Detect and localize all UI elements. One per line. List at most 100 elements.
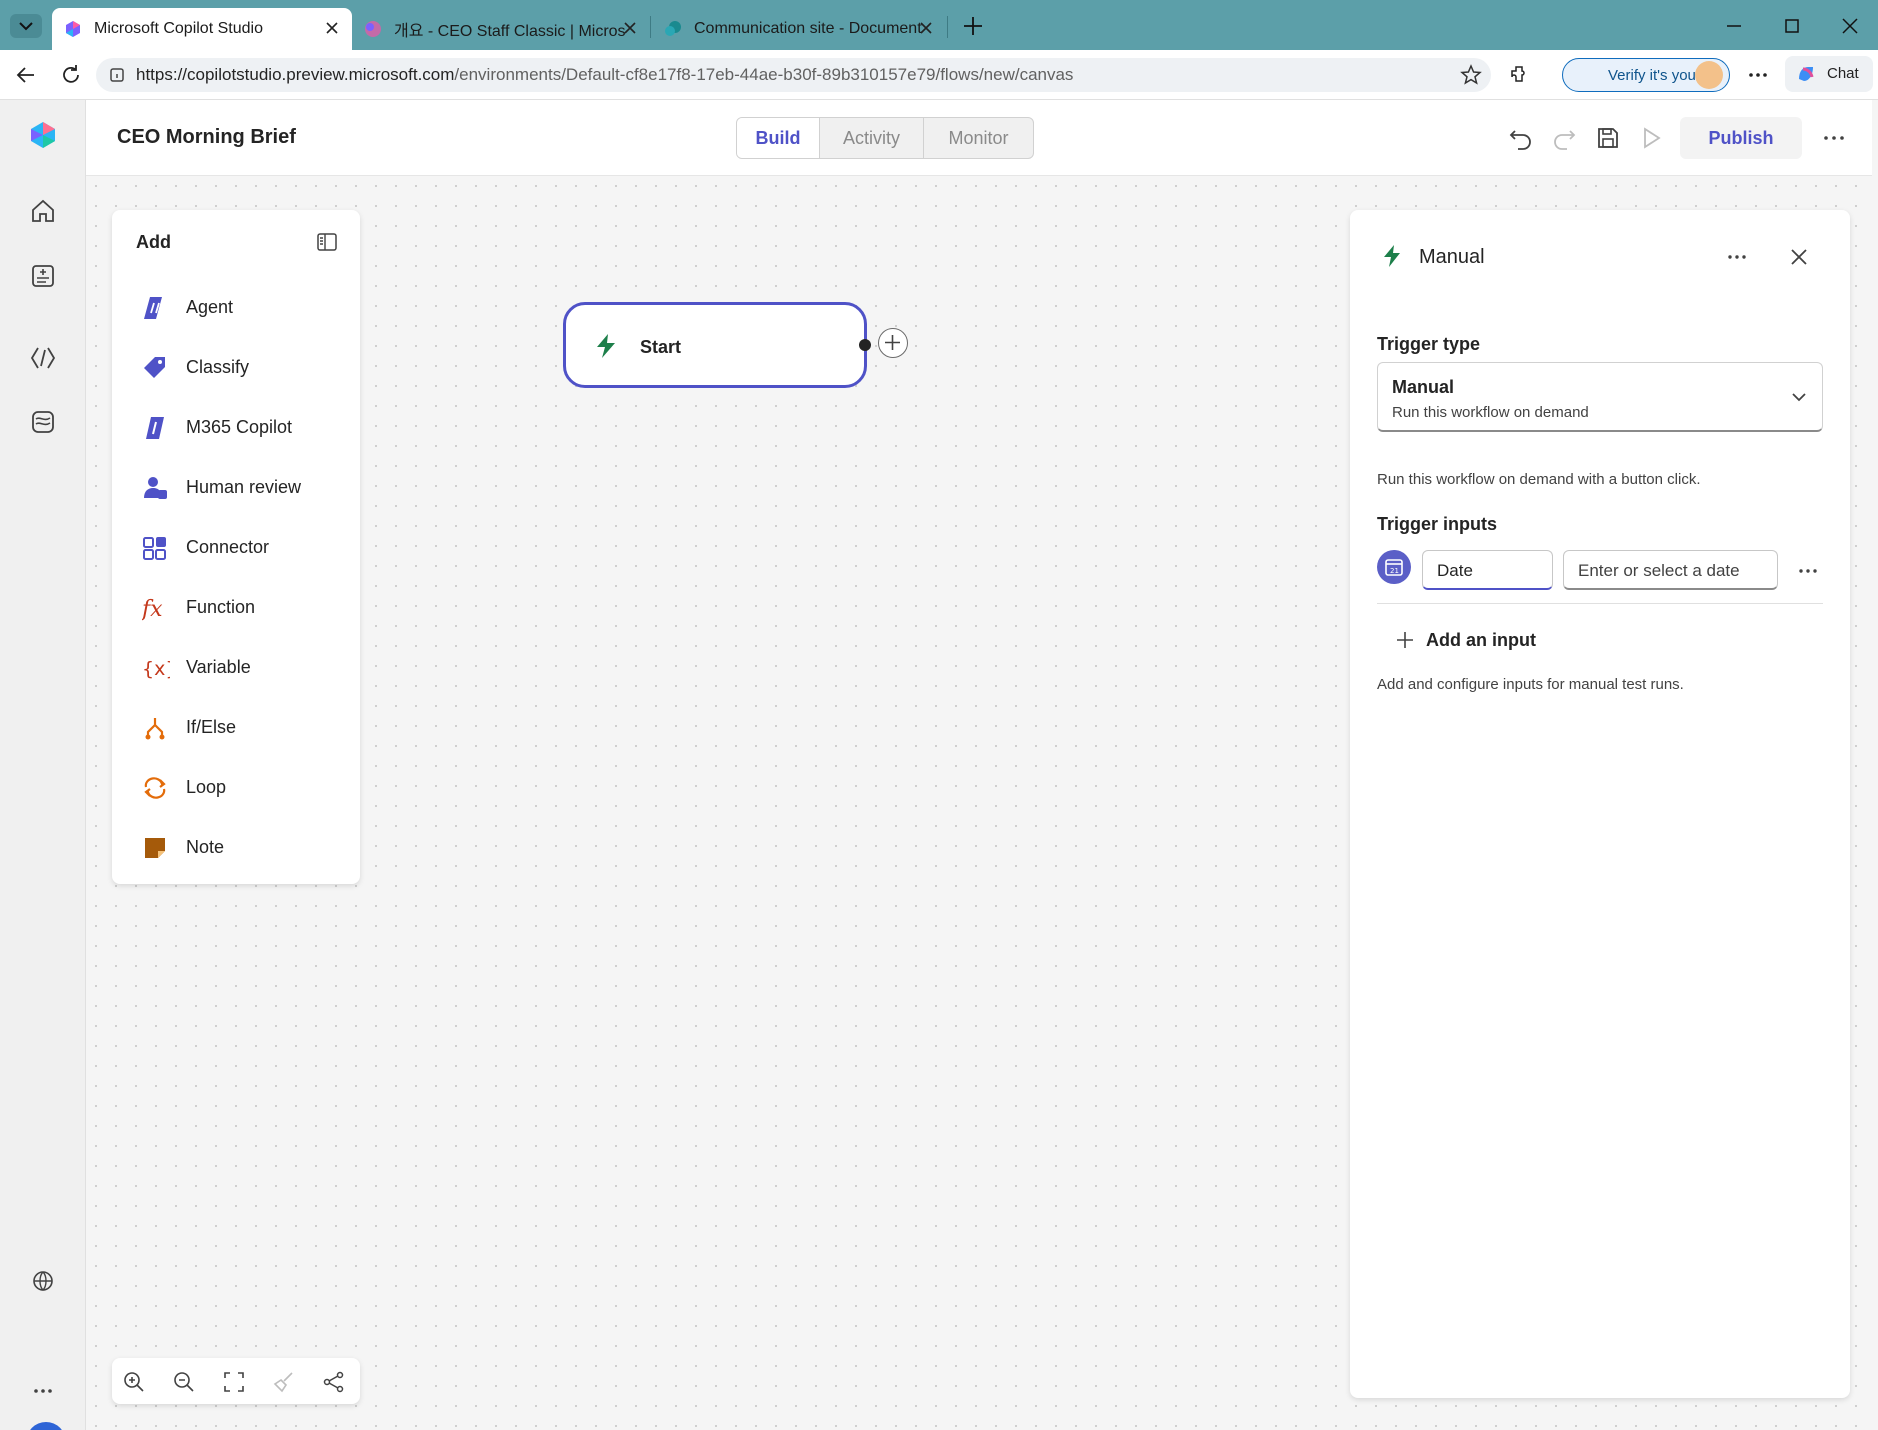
close-window-icon[interactable] bbox=[1838, 14, 1862, 38]
add-item-human-review[interactable]: Human review bbox=[112, 462, 360, 512]
add-item-variable[interactable]: {x} Variable bbox=[112, 642, 360, 692]
add-node-panel: Add Agent Classify M365 Copilot Human re… bbox=[112, 210, 360, 884]
collapse-panel-icon[interactable] bbox=[315, 230, 339, 254]
tab-label: 개요 - CEO Staff Classic | Microsoft bbox=[394, 23, 626, 40]
trigger-type-label: Trigger type bbox=[1377, 334, 1481, 354]
refresh-icon[interactable] bbox=[59, 63, 83, 87]
tab-separator bbox=[947, 16, 948, 38]
input-more-icon[interactable] bbox=[1795, 558, 1821, 584]
redo-icon[interactable] bbox=[1551, 125, 1577, 151]
url-host: https://copilotstudio.preview.microsoft.… bbox=[136, 65, 455, 84]
back-icon[interactable] bbox=[14, 63, 38, 87]
sharepoint-favicon-icon bbox=[365, 21, 381, 37]
browser-tab-ceo-staff[interactable]: 개요 - CEO Staff Classic | Microsoft bbox=[352, 8, 650, 50]
copilot-studio-favicon-icon bbox=[66, 21, 80, 37]
agent-icon bbox=[142, 295, 168, 321]
extensions-icon[interactable] bbox=[1508, 63, 1532, 87]
browser-tab-copilot-studio[interactable]: Microsoft Copilot Studio bbox=[52, 8, 352, 50]
tidy-up-broom-icon[interactable] bbox=[272, 1370, 296, 1394]
publish-button[interactable]: Publish bbox=[1680, 117, 1802, 159]
node-output-port[interactable] bbox=[859, 339, 871, 351]
browser-tab-bar: Microsoft Copilot Studio 개요 - CEO Staff … bbox=[0, 0, 1878, 50]
profile-avatar-icon bbox=[1695, 61, 1723, 89]
panel-title: Manual bbox=[1419, 246, 1485, 268]
add-item-label: Loop bbox=[186, 777, 227, 797]
url-text: https://copilotstudio.preview.microsoft.… bbox=[136, 65, 1073, 85]
minimize-window-icon[interactable] bbox=[1722, 14, 1746, 38]
add-item-classify[interactable]: Classify bbox=[112, 342, 360, 392]
divider bbox=[1377, 603, 1823, 604]
close-tab-icon[interactable] bbox=[620, 18, 640, 38]
add-item-connector[interactable]: Connector bbox=[112, 522, 360, 572]
canvas-toolbar bbox=[112, 1358, 360, 1404]
favorite-star-icon[interactable] bbox=[1460, 64, 1482, 86]
trigger-type-value: Manual bbox=[1392, 377, 1455, 397]
chat-label: Chat bbox=[1827, 65, 1859, 82]
tab-monitor[interactable]: Monitor bbox=[923, 118, 1033, 158]
maximize-window-icon[interactable] bbox=[1780, 14, 1804, 38]
add-item-note[interactable]: Note bbox=[112, 822, 360, 872]
tab-activity[interactable]: Activity bbox=[819, 118, 923, 158]
verify-identity-button[interactable]: Verify it's you bbox=[1562, 58, 1730, 92]
close-panel-icon[interactable] bbox=[1786, 244, 1812, 270]
tab-build[interactable]: Build bbox=[737, 118, 819, 158]
close-tab-icon[interactable] bbox=[322, 18, 342, 38]
panel-more-icon[interactable] bbox=[1724, 244, 1750, 270]
header-more-icon[interactable] bbox=[1821, 125, 1847, 151]
more-nav-icon[interactable] bbox=[28, 1376, 58, 1406]
left-navigation-rail: MA bbox=[0, 100, 86, 1430]
agents-icon[interactable] bbox=[28, 343, 58, 373]
trigger-help-text: Run this workflow on demand with a butto… bbox=[1377, 471, 1701, 488]
add-input-button[interactable]: Add an input bbox=[1394, 622, 1536, 658]
create-agent-icon[interactable] bbox=[28, 261, 58, 291]
user-avatar[interactable]: MA bbox=[26, 1422, 66, 1430]
function-icon: fx bbox=[142, 595, 168, 621]
plus-icon bbox=[1397, 632, 1413, 648]
tab-label: Microsoft Copilot Studio bbox=[94, 20, 263, 37]
add-item-label: Agent bbox=[186, 297, 234, 317]
browser-tab-communication-site[interactable]: Communication site - Documents bbox=[652, 8, 946, 50]
add-item-label: Connector bbox=[186, 537, 270, 557]
chevron-down-icon bbox=[1788, 386, 1810, 408]
undo-icon[interactable] bbox=[1508, 125, 1534, 151]
site-info-icon[interactable] bbox=[108, 66, 126, 84]
flow-header: CEO Morning Brief Build Activity Monitor… bbox=[86, 100, 1872, 176]
environment-globe-icon[interactable] bbox=[28, 1266, 58, 1296]
trigger-type-dropdown[interactable]: Manual Run this workflow on demand bbox=[1377, 362, 1823, 432]
zoom-out-icon[interactable] bbox=[172, 1370, 196, 1394]
start-node[interactable]: Start bbox=[563, 302, 867, 388]
home-icon[interactable] bbox=[28, 196, 58, 226]
close-tab-icon[interactable] bbox=[916, 18, 936, 38]
input-name-value: Date bbox=[1437, 561, 1473, 580]
flow-title[interactable]: CEO Morning Brief bbox=[117, 126, 296, 149]
add-item-if-else[interactable]: If/Else bbox=[112, 702, 360, 752]
input-name-field[interactable]: Date bbox=[1422, 550, 1553, 590]
branch-icon bbox=[142, 715, 168, 741]
url-field[interactable]: https://copilotstudio.preview.microsoft.… bbox=[96, 58, 1491, 92]
run-play-icon[interactable] bbox=[1638, 125, 1664, 151]
fit-to-screen-icon[interactable] bbox=[222, 1370, 246, 1394]
connector-icon bbox=[142, 535, 168, 561]
add-item-label: Classify bbox=[186, 357, 250, 377]
flows-icon[interactable] bbox=[28, 407, 58, 437]
save-icon[interactable] bbox=[1595, 125, 1621, 151]
add-item-agent[interactable]: Agent bbox=[112, 282, 360, 332]
tag-icon bbox=[142, 355, 168, 381]
more-options-icon[interactable] bbox=[1746, 63, 1770, 87]
lightning-icon bbox=[594, 333, 618, 359]
add-item-function[interactable]: fx Function bbox=[112, 582, 360, 632]
add-step-button[interactable] bbox=[878, 328, 908, 358]
new-tab-icon[interactable] bbox=[961, 14, 985, 38]
sharepoint-favicon-icon bbox=[665, 21, 681, 36]
trigger-properties-panel: Manual Trigger type Manual Run this work… bbox=[1350, 210, 1850, 1398]
tab-list-chevron-icon[interactable] bbox=[10, 14, 42, 38]
copilot-studio-logo-icon[interactable] bbox=[28, 120, 58, 150]
lightning-icon bbox=[1382, 244, 1402, 268]
copilot-chat-button[interactable]: Chat bbox=[1785, 56, 1873, 92]
add-item-loop[interactable]: Loop bbox=[112, 762, 360, 812]
person-icon bbox=[142, 475, 168, 501]
layout-graph-icon[interactable] bbox=[322, 1370, 346, 1394]
zoom-in-icon[interactable] bbox=[122, 1370, 146, 1394]
add-item-m365-copilot[interactable]: M365 Copilot bbox=[112, 402, 360, 452]
date-picker-field[interactable]: Enter or select a date bbox=[1563, 550, 1778, 590]
